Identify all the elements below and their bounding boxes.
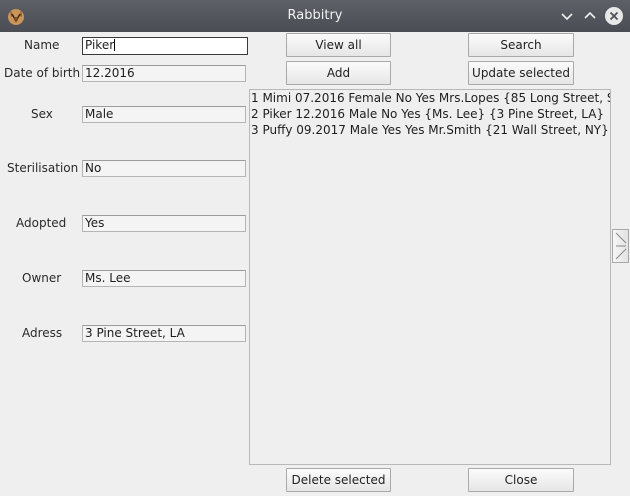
date-of-birth-label: Date of birth xyxy=(4,66,81,80)
view-all-button[interactable]: View all xyxy=(286,33,391,57)
address-field[interactable]: 3 Pine Street, LA xyxy=(82,325,246,342)
chevron-up-icon[interactable] xyxy=(580,6,600,26)
delete-selected-button[interactable]: Delete selected xyxy=(286,468,391,492)
name-label: Name xyxy=(24,38,60,52)
scrollbar-thumb[interactable] xyxy=(612,229,629,263)
name-field-value: Piker xyxy=(85,38,115,52)
list-item[interactable]: 1 Mimi 07.2016 Female No Yes Mrs.Lopes {… xyxy=(250,90,610,106)
update-selected-button[interactable]: Update selected xyxy=(468,61,574,85)
sex-label: Sex xyxy=(31,107,53,121)
title-bar[interactable]: Rabbitry xyxy=(0,0,630,32)
name-field[interactable]: Piker xyxy=(82,37,248,55)
sex-field[interactable]: Male xyxy=(82,106,246,123)
search-button[interactable]: Search xyxy=(468,33,574,57)
owner-label: Owner xyxy=(22,271,62,285)
address-label: Adress xyxy=(22,326,63,340)
list-item[interactable]: 3 Puffy 09.2017 Male Yes Yes Mr.Smith {2… xyxy=(250,122,610,138)
owner-field[interactable]: Ms. Lee xyxy=(82,270,246,287)
text-caret xyxy=(114,39,116,51)
date-of-birth-field[interactable]: 12.2016 xyxy=(82,65,246,82)
chevron-down-icon[interactable] xyxy=(557,6,577,26)
adopted-field[interactable]: Yes xyxy=(82,215,246,232)
records-list[interactable]: 1 Mimi 07.2016 Female No Yes Mrs.Lopes {… xyxy=(249,89,611,465)
close-icon[interactable] xyxy=(604,6,624,26)
adopted-label: Adopted xyxy=(16,216,67,230)
close-button[interactable]: Close xyxy=(468,468,574,492)
scroll-grip-icon xyxy=(615,232,627,260)
sterilisation-label: Sterilisation xyxy=(7,161,79,175)
add-button[interactable]: Add xyxy=(286,61,391,85)
list-item[interactable]: 2 Piker 12.2016 Male No Yes {Ms. Lee} {3… xyxy=(250,106,610,122)
window-title: Rabbitry xyxy=(287,8,343,23)
sterilisation-field[interactable]: No xyxy=(82,160,246,177)
